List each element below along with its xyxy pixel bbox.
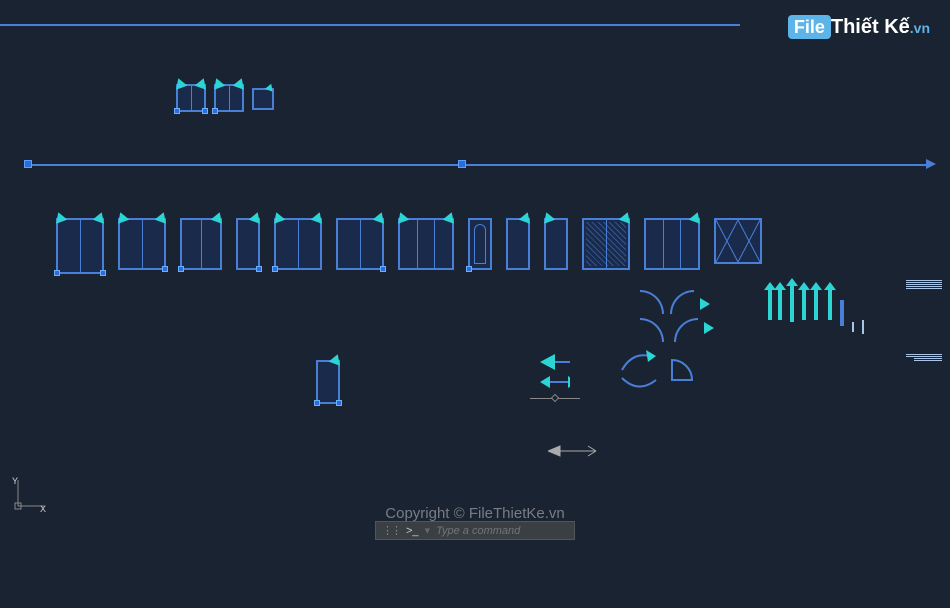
up-arrow-symbol[interactable] — [828, 290, 832, 320]
grip-handle[interactable] — [100, 270, 106, 276]
watermark-logo: FileThiết Kế.vn — [788, 16, 930, 39]
grip-handle[interactable] — [54, 270, 60, 276]
door-double-tall[interactable] — [56, 218, 104, 274]
top-divider-line — [0, 24, 740, 26]
window-block-small[interactable] — [252, 88, 274, 110]
swing-arrow-icon — [93, 210, 108, 224]
door-v-brace[interactable] — [714, 218, 762, 264]
grip-handle[interactable] — [212, 108, 218, 114]
up-arrow-symbol[interactable] — [790, 286, 794, 322]
column-symbol[interactable] — [840, 300, 844, 326]
swing-arrow-icon — [155, 210, 170, 224]
line-group-a[interactable] — [906, 280, 942, 289]
plan-arc-icon[interactable] — [620, 376, 660, 401]
line-group-b[interactable] — [906, 354, 942, 361]
swing-arrow-icon — [249, 210, 264, 224]
door-triple[interactable] — [644, 218, 700, 270]
door-narrow-b[interactable] — [506, 218, 530, 270]
up-arrow-symbol[interactable] — [768, 290, 772, 320]
plan-symbol-cluster — [530, 350, 710, 410]
ucs-x-label: X — [40, 505, 46, 512]
swing-arrow-icon — [233, 76, 248, 90]
command-input[interactable] — [436, 525, 579, 537]
section-arrow-symbol[interactable] — [548, 443, 598, 464]
swing-arrow-icon — [329, 352, 344, 366]
door-narrow-a[interactable] — [468, 218, 492, 270]
window-block-a[interactable] — [176, 84, 206, 112]
up-arrow-symbol[interactable] — [814, 290, 818, 320]
swing-arrow-icon — [689, 210, 704, 224]
door-single-a[interactable] — [180, 218, 222, 270]
break-line — [530, 398, 580, 399]
grip-handle[interactable] — [202, 108, 208, 114]
door-swing-symbol[interactable] — [674, 318, 698, 342]
door-slide-c[interactable] — [398, 218, 454, 270]
block-row-top — [176, 84, 274, 112]
door-narrow-c[interactable] — [544, 218, 568, 270]
plan-arc-icon[interactable] — [620, 350, 656, 379]
grip-handle[interactable] — [272, 266, 278, 272]
door-narrow-open[interactable] — [316, 360, 340, 404]
command-separator: ▾ — [425, 524, 431, 537]
swing-arrow-icon — [53, 210, 68, 224]
swing-arrow-icon — [211, 210, 226, 224]
tick-symbol — [852, 322, 854, 332]
cad-canvas[interactable]: FileThiết Kế.vn — [0, 0, 950, 542]
swing-arrow-icon — [395, 210, 410, 224]
grip-handle[interactable] — [174, 108, 180, 114]
grip-handle[interactable] — [380, 266, 386, 272]
grip-handle[interactable] — [178, 266, 184, 272]
arrow-icon — [704, 322, 714, 334]
logo-suffix: .vn — [910, 20, 930, 36]
block-row-lower — [316, 360, 340, 404]
grip-handle-start[interactable] — [24, 160, 32, 168]
door-single-b[interactable] — [236, 218, 260, 270]
grip-handle[interactable] — [162, 266, 168, 272]
grip-handle-mid[interactable] — [458, 160, 466, 168]
swing-arrow-icon — [115, 210, 130, 224]
drag-handle-icon[interactable]: ⋮⋮ — [382, 524, 400, 537]
swing-arrow-icon — [211, 76, 226, 90]
plan-swing-icon[interactable] — [540, 374, 570, 395]
swing-arrow-icon — [265, 82, 275, 91]
command-line-bar[interactable]: ⋮⋮ >_ ▾ — [375, 521, 575, 540]
grip-handle[interactable] — [466, 266, 472, 272]
copyright-watermark: Copyright © FileThietKe.vn — [385, 505, 564, 522]
tick-symbol — [862, 320, 864, 334]
door-swing-symbol[interactable] — [640, 290, 664, 314]
up-arrow-symbol[interactable] — [778, 290, 782, 320]
swing-arrow-icon — [195, 76, 210, 90]
logo-part2: Thiết Kế — [831, 16, 910, 38]
block-row-main — [56, 218, 762, 274]
grip-handle-end-arrow[interactable] — [926, 159, 936, 169]
swing-arrow-icon — [541, 210, 556, 224]
door-swing-symbol[interactable] — [640, 318, 664, 342]
ucs-y-label: Y — [12, 477, 18, 488]
selected-polyline[interactable] — [28, 164, 930, 166]
door-slide-a[interactable] — [274, 218, 322, 270]
plan-quarter-icon[interactable] — [670, 356, 696, 387]
swing-arrow-icon — [173, 76, 188, 90]
swing-arrow-icon — [311, 210, 326, 224]
grip-handle[interactable] — [256, 266, 262, 272]
door-swing-symbol[interactable] — [670, 290, 694, 314]
grip-handle[interactable] — [336, 400, 342, 406]
door-slide-b[interactable] — [336, 218, 384, 270]
swing-arrow-icon — [271, 210, 286, 224]
command-prompt-icon: >_ — [406, 525, 419, 537]
logo-part1: File — [788, 15, 831, 39]
door-double[interactable] — [118, 218, 166, 270]
window-block-b[interactable] — [214, 84, 244, 112]
grip-handle[interactable] — [314, 400, 320, 406]
swing-arrow-icon — [619, 210, 634, 224]
door-hatch[interactable] — [582, 218, 630, 270]
swing-arrow-icon — [443, 210, 458, 224]
arrow-icon — [700, 298, 710, 310]
up-arrow-symbol[interactable] — [802, 290, 806, 320]
ucs-icon: Y X — [12, 476, 48, 512]
symbol-cluster — [640, 290, 860, 350]
swing-arrow-icon — [519, 210, 534, 224]
swing-arrow-icon — [373, 210, 388, 224]
